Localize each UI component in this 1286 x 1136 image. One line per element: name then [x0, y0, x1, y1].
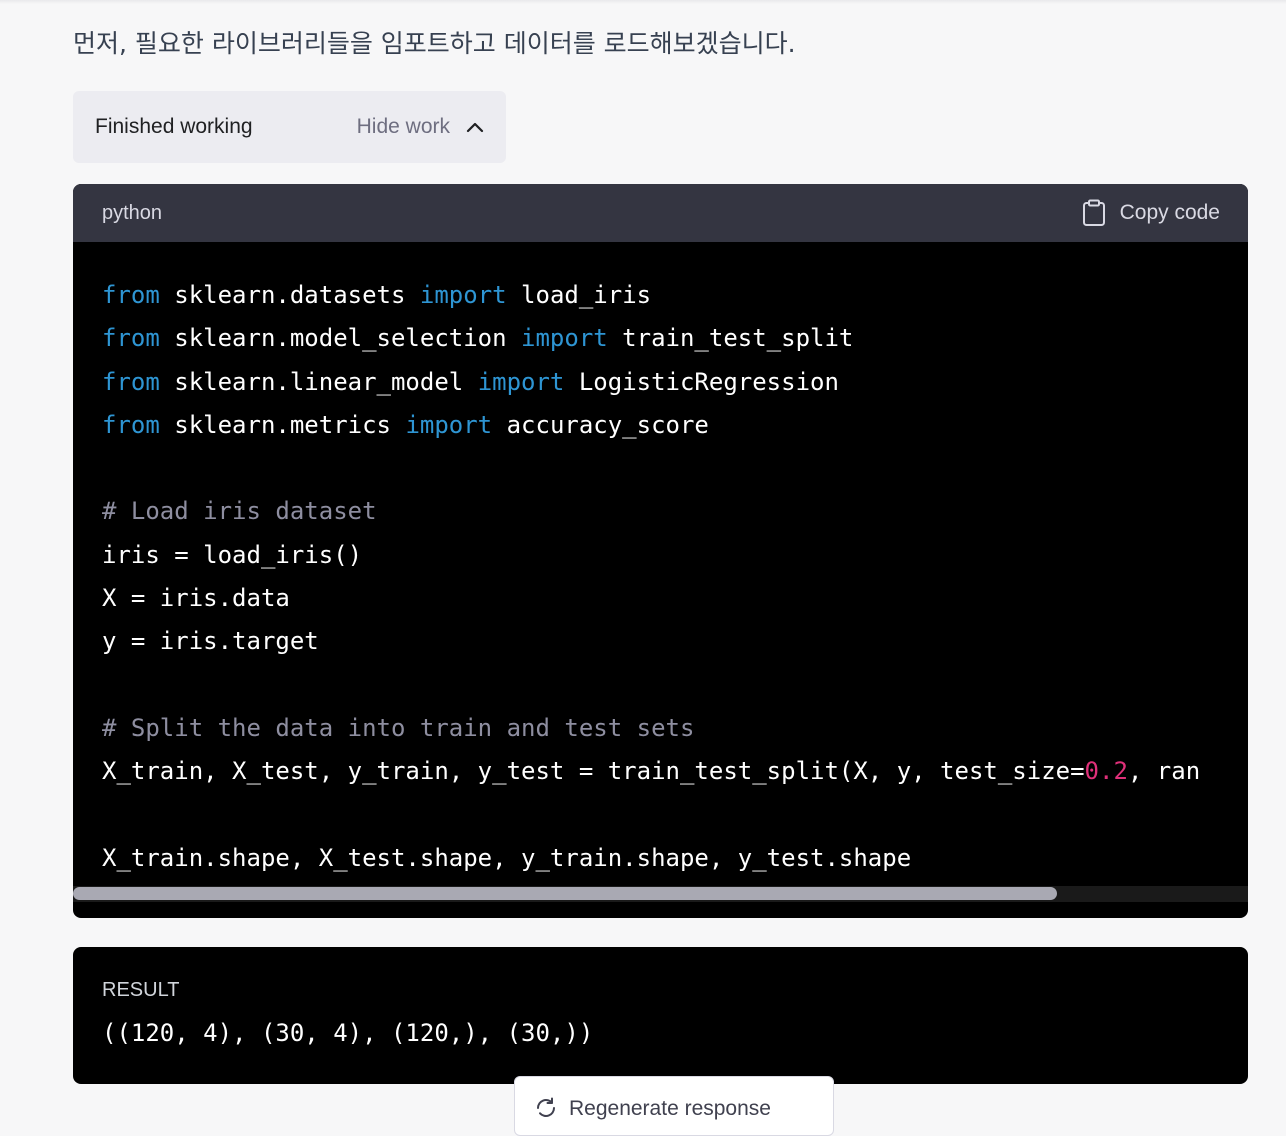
- code-line: from sklearn.datasets import load_iris: [102, 281, 652, 309]
- result-label: RESULT: [102, 979, 180, 1001]
- chevron-up-icon: [466, 122, 484, 133]
- code-line: X = iris.data: [102, 584, 290, 613]
- code-language-label: python: [102, 201, 163, 224]
- code-line: y = iris.target: [102, 627, 319, 656]
- result-block: RESULT ((120, 4), (30, 4), (120,), (30,)…: [73, 947, 1248, 1084]
- hide-work-button[interactable]: Hide work: [357, 115, 484, 139]
- code-line: X_train, X_test, y_train, y_test = train…: [102, 757, 1201, 786]
- code-line: # Split the data into train and test set…: [102, 713, 695, 742]
- hide-work-label: Hide work: [356, 115, 450, 138]
- copy-code-label: Copy code: [1119, 201, 1220, 224]
- code-line: X_train.shape, X_test.shape, y_train.sha…: [102, 843, 912, 872]
- regenerate-label: Regenerate response: [569, 1097, 771, 1120]
- clipboard-icon: [1082, 199, 1105, 226]
- result-value: ((120, 4), (30, 4), (120,), (30,)): [102, 1019, 594, 1047]
- code-line: from sklearn.linear_model import Logisti…: [102, 367, 839, 396]
- assistant-message-text: 먼저, 필요한 라이브러리들을 임포트하고 데이터를 로드해보겠습니다.: [73, 29, 796, 58]
- refresh-icon: [537, 1097, 555, 1117]
- code-text: from sklearn.datasets import load_iris f…: [102, 274, 1248, 880]
- work-panel: Finished working Hide work: [73, 91, 506, 163]
- top-edge-shadow: [0, 0, 1286, 4]
- code-line: from sklearn.metrics import accuracy_sco…: [102, 410, 709, 439]
- code-content[interactable]: from sklearn.datasets import load_iris f…: [73, 242, 1248, 902]
- code-line: iris = load_iris(): [102, 540, 363, 569]
- code-block: python Copy code from sklearn.datasets i…: [73, 184, 1248, 918]
- work-status-label: Finished working: [95, 115, 253, 138]
- horizontal-scrollbar[interactable]: [73, 886, 1248, 902]
- copy-code-button[interactable]: Copy code: [1082, 199, 1220, 227]
- scrollbar-thumb[interactable]: [73, 887, 1057, 900]
- code-line: from sklearn.model_selection import trai…: [102, 324, 854, 353]
- code-line: # Load iris dataset: [102, 497, 377, 526]
- code-block-header: python Copy code: [73, 184, 1248, 242]
- regenerate-response-button[interactable]: Regenerate response: [514, 1076, 834, 1136]
